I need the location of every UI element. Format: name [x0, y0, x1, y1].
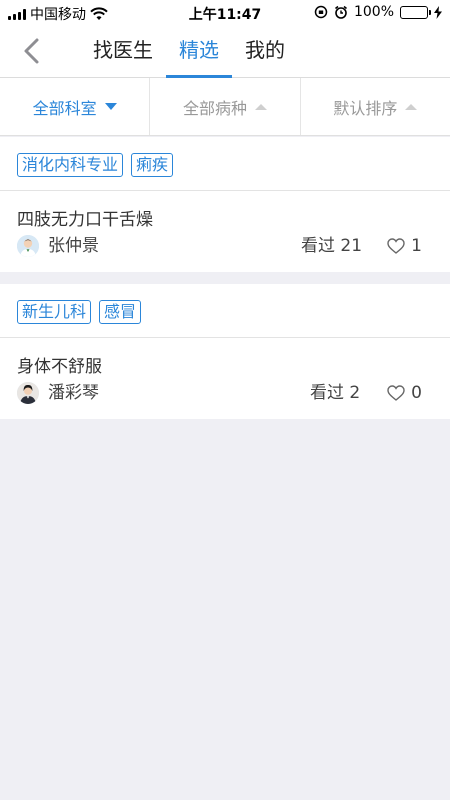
status-bar: 中国移动 上午11:47 100% — [0, 0, 450, 24]
nav-bar: 找医生 精选 我的 — [0, 24, 450, 78]
heart-outline-icon — [387, 238, 405, 254]
alarm-icon — [334, 5, 347, 19]
rotation-lock-icon — [314, 5, 328, 19]
filter-disease[interactable]: 全部病种 — [150, 78, 301, 135]
top-tabs: 找医生 精选 我的 — [80, 24, 298, 78]
tag-disease[interactable]: 痢疾 — [131, 153, 174, 177]
tab-featured[interactable]: 精选 — [166, 24, 232, 78]
tab-mine[interactable]: 我的 — [232, 24, 298, 78]
filter-sort-label: 默认排序 — [333, 98, 398, 118]
filter-department[interactable]: 全部科室 — [0, 78, 151, 135]
doctor-avatar[interactable] — [17, 235, 39, 257]
post-title[interactable]: 身体不舒服 — [0, 338, 450, 380]
view-count: 看过 21 — [301, 236, 363, 256]
heart-outline-icon — [387, 385, 405, 401]
tag-disease[interactable]: 感冒 — [99, 300, 142, 324]
view-count: 看过 2 — [310, 383, 361, 403]
post-card[interactable]: 新生儿科 感冒 身体不舒服 潘彩琴 看过 2 0 — [0, 284, 450, 419]
dropdown-triangle-icon — [405, 103, 418, 110]
like-count: 1 — [411, 236, 422, 256]
like-count: 0 — [411, 383, 422, 403]
status-right: 100% — [314, 4, 442, 20]
dropdown-triangle-icon — [255, 103, 267, 110]
back-chevron-icon[interactable] — [18, 36, 48, 66]
post-tags: 消化内科专业 痢疾 — [0, 137, 450, 191]
filter-sort[interactable]: 默认排序 — [301, 78, 450, 135]
post-tags: 新生儿科 感冒 — [0, 284, 450, 338]
post-meta: 张仲景 看过 21 1 — [0, 233, 450, 273]
battery-percent: 100% — [353, 4, 394, 20]
filter-department-label: 全部科室 — [32, 98, 97, 118]
battery-icon — [400, 5, 431, 19]
filter-disease-label: 全部病种 — [182, 98, 247, 118]
charging-bolt-icon — [434, 5, 442, 19]
filter-bar: 全部科室 全部病种 默认排序 — [0, 78, 450, 136]
like-button[interactable]: 0 — [387, 380, 422, 406]
doctor-name[interactable]: 潘彩琴 — [48, 380, 99, 406]
tab-find-doctor[interactable]: 找医生 — [80, 24, 166, 78]
like-button[interactable]: 1 — [387, 233, 422, 259]
tag-department[interactable]: 消化内科专业 — [17, 153, 124, 177]
post-card[interactable]: 消化内科专业 痢疾 四肢无力口干舌燥 张仲景 看过 21 1 — [0, 137, 450, 272]
doctor-avatar[interactable] — [17, 382, 39, 404]
doctor-name[interactable]: 张仲景 — [48, 233, 99, 259]
post-title[interactable]: 四肢无力口干舌燥 — [0, 191, 450, 233]
dropdown-triangle-icon — [104, 103, 117, 110]
tag-department[interactable]: 新生儿科 — [17, 300, 92, 324]
post-meta: 潘彩琴 看过 2 0 — [0, 380, 450, 420]
